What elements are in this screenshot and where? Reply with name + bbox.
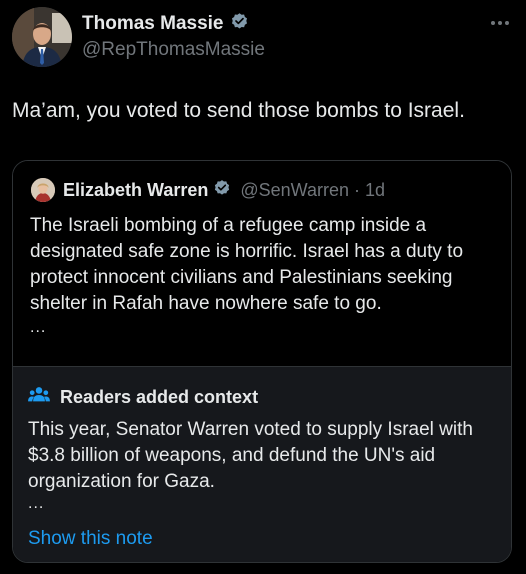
- more-options-button[interactable]: [486, 15, 514, 31]
- tweet-text: Ma’am, you voted to send those bombs to …: [12, 99, 465, 122]
- community-note-text: This year, Senator Warren voted to suppl…: [28, 419, 473, 492]
- community-note[interactable]: Readers added context This year, Senator…: [13, 366, 511, 562]
- author-name-row: Thomas Massie: [82, 12, 265, 36]
- author-handle[interactable]: @RepThomasMassie: [82, 39, 265, 61]
- author-info: Thomas Massie @RepThomasMassie: [82, 12, 265, 61]
- more-dot-icon: [491, 21, 495, 25]
- community-notes-icon: [28, 385, 50, 410]
- show-note-link[interactable]: Show this note: [28, 528, 153, 550]
- quoted-truncation: ...: [30, 319, 47, 336]
- quoted-tweet-text: The Israeli bombing of a refugee camp in…: [30, 215, 464, 314]
- quoted-author-name[interactable]: Elizabeth Warren: [63, 180, 208, 201]
- quoted-tweet[interactable]: Elizabeth Warren @SenWarren · 1d The Isr…: [12, 160, 512, 563]
- tweet-header: Thomas Massie @RepThomasMassie: [12, 7, 514, 69]
- quoted-tweet-body[interactable]: Elizabeth Warren @SenWarren · 1d The Isr…: [13, 161, 511, 366]
- separator-dot: ·: [354, 179, 361, 200]
- author-avatar[interactable]: [12, 7, 72, 67]
- community-note-title: Readers added context: [60, 387, 259, 407]
- quoted-timestamp[interactable]: 1d: [365, 180, 385, 201]
- tweet[interactable]: Thomas Massie @RepThomasMassie Ma’am, yo…: [0, 0, 526, 574]
- community-note-header: Readers added context: [28, 385, 258, 410]
- more-dot-icon: [498, 21, 502, 25]
- quoted-author-avatar[interactable]: [31, 178, 55, 202]
- verified-badge-icon: [213, 179, 231, 202]
- community-note-truncation: ...: [28, 495, 45, 512]
- author-display-name[interactable]: Thomas Massie: [82, 13, 224, 35]
- more-dot-icon: [505, 21, 509, 25]
- verified-badge-icon: [230, 12, 249, 36]
- quoted-author-row: Elizabeth Warren @SenWarren · 1d: [63, 178, 385, 202]
- quoted-author-handle[interactable]: @SenWarren: [240, 180, 349, 201]
